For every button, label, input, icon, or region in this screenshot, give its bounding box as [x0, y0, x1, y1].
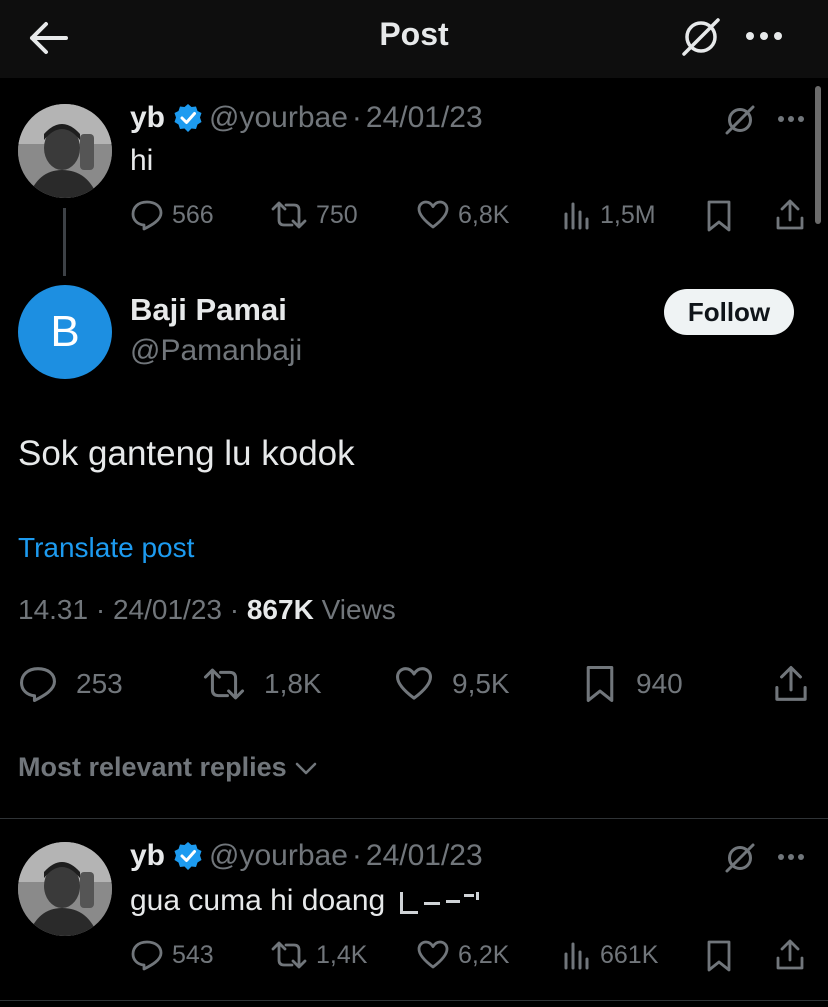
repost-button[interactable]: 1,8K: [202, 664, 322, 704]
avatar[interactable]: [18, 842, 112, 936]
views-count: 661K: [600, 940, 659, 969]
chevron-down-icon: [295, 762, 316, 774]
reply-count: 543: [172, 940, 214, 969]
share-icon[interactable]: [774, 198, 806, 232]
divider: [0, 818, 828, 819]
bookmark-icon[interactable]: [704, 199, 734, 233]
bookmark-count: 940: [636, 668, 683, 699]
author-name[interactable]: Baji Pamai: [130, 292, 287, 328]
avatar[interactable]: B: [18, 285, 112, 379]
heart-icon: [396, 667, 432, 700]
reply-button[interactable]: 253: [18, 664, 123, 704]
separator: ·: [351, 101, 362, 134]
more-icon[interactable]: [776, 848, 806, 866]
post-header: yb @yourbae · 24/01/23: [130, 836, 483, 876]
analytics-icon: [564, 202, 589, 230]
replies-sort-dropdown[interactable]: Most relevant replies: [18, 752, 319, 783]
analytics-icon: [564, 942, 589, 970]
like-count: 6,8K: [458, 200, 510, 229]
verified-badge-icon: [174, 104, 202, 132]
top-bar: Post: [0, 0, 828, 78]
post-header: yb @yourbae · 24/01/23: [130, 98, 483, 138]
repost-icon: [203, 668, 245, 700]
views-label: Views: [321, 594, 396, 625]
repost-icon: [271, 941, 307, 969]
more-icon[interactable]: [744, 22, 784, 50]
like-count: 6,2K: [458, 940, 510, 969]
post-text: Sok ganteng lu kodok: [18, 434, 355, 473]
post-text: hi: [130, 144, 154, 177]
heart-icon: [417, 200, 449, 229]
cut-off-text: [394, 884, 482, 914]
post-text: gua cuma hi doang: [130, 884, 386, 917]
reply-button[interactable]: 543: [130, 938, 214, 972]
scrollbar[interactable]: [815, 86, 821, 224]
post-date[interactable]: 24/01/23: [366, 839, 483, 873]
post-metadata: 14.31 · 24/01/23 · 867K Views: [18, 594, 396, 626]
repost-count: 1,8K: [264, 668, 322, 699]
replies-sort-label: Most relevant replies: [18, 752, 287, 782]
follow-button[interactable]: Follow: [664, 289, 794, 335]
post-date[interactable]: 24/01/23: [113, 594, 222, 625]
repost-button[interactable]: 1,4K: [270, 938, 367, 972]
views-count: 1,5M: [600, 200, 656, 229]
author-handle[interactable]: @yourbae: [209, 839, 348, 873]
post-date[interactable]: 24/01/23: [366, 101, 483, 135]
reply-button[interactable]: 566: [130, 198, 214, 232]
like-count: 9,5K: [452, 668, 510, 699]
avatar[interactable]: [18, 104, 112, 198]
more-icon[interactable]: [776, 110, 806, 128]
heart-icon: [417, 940, 449, 969]
bookmark-button[interactable]: 940: [582, 664, 683, 704]
post-text-row: gua cuma hi doang: [130, 884, 482, 918]
reply-count: 566: [172, 200, 214, 229]
author-handle[interactable]: @yourbae: [209, 101, 348, 135]
grok-icon[interactable]: [724, 104, 756, 136]
grok-icon[interactable]: [680, 16, 722, 58]
grok-icon[interactable]: [724, 842, 756, 874]
verified-badge-icon: [174, 842, 202, 870]
repost-count: 1,4K: [316, 940, 368, 969]
author-name[interactable]: yb: [130, 101, 165, 135]
separator: ·: [95, 594, 106, 625]
repost-button[interactable]: 750: [270, 198, 358, 232]
share-icon[interactable]: [774, 938, 806, 972]
reply-count: 253: [76, 668, 123, 699]
like-button[interactable]: 9,5K: [394, 664, 510, 704]
views-button[interactable]: 1,5M: [562, 198, 656, 232]
translate-post-link[interactable]: Translate post: [18, 532, 194, 564]
views-count[interactable]: 867K: [247, 594, 314, 625]
bookmark-icon: [586, 666, 614, 702]
share-icon[interactable]: [772, 664, 810, 704]
reply-icon: [131, 940, 163, 971]
bookmark-icon[interactable]: [704, 939, 734, 973]
like-button[interactable]: 6,8K: [416, 198, 509, 232]
divider: [0, 1000, 828, 1001]
views-button[interactable]: 661K: [562, 938, 658, 972]
reply-icon: [131, 200, 163, 231]
repost-count: 750: [316, 200, 358, 229]
author-handle[interactable]: @Pamanbaji: [130, 334, 302, 368]
post-time[interactable]: 14.31: [18, 594, 88, 625]
thread-line: [63, 208, 66, 276]
repost-icon: [271, 201, 307, 229]
separator: ·: [351, 839, 362, 872]
reply-icon: [20, 667, 56, 702]
author-name[interactable]: yb: [130, 839, 165, 873]
separator: ·: [229, 594, 240, 625]
like-button[interactable]: 6,2K: [416, 938, 509, 972]
